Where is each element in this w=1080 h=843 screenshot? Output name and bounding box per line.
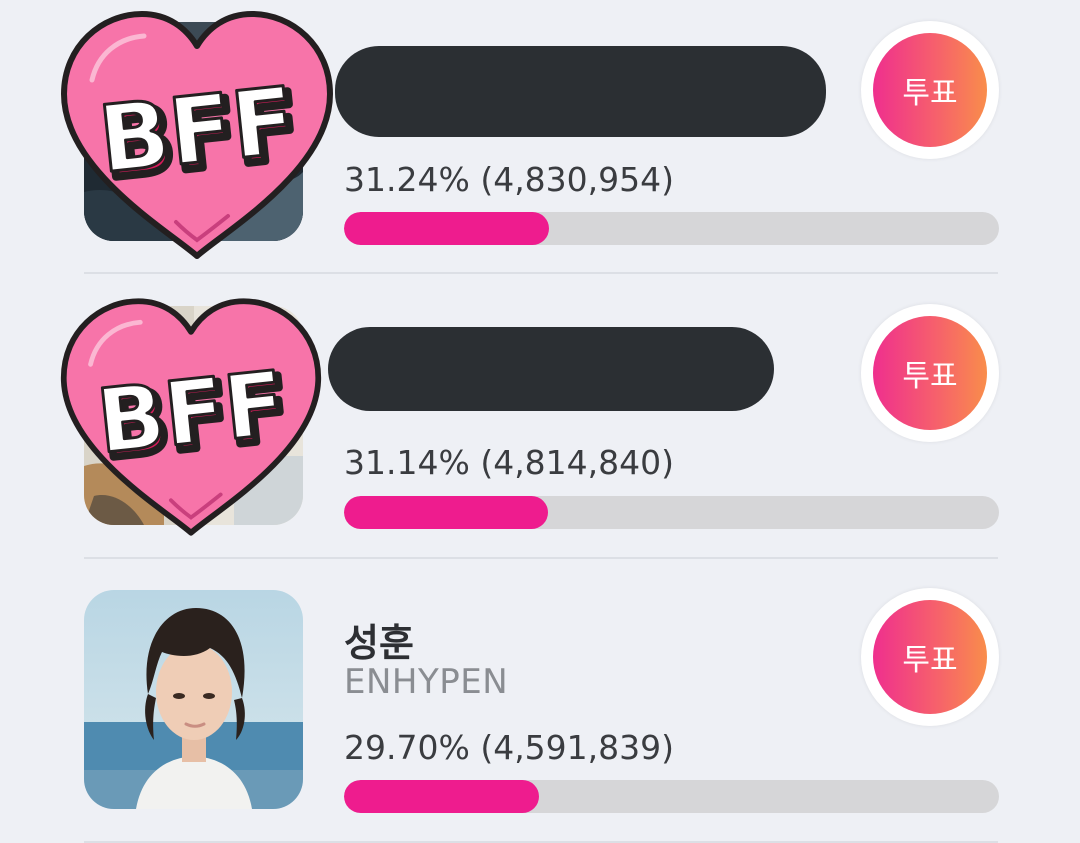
vote-progress-fill <box>344 780 539 813</box>
artist-photo[interactable] <box>84 590 303 809</box>
ranking-entry-3: 성훈 ENHYPEN 29.70% (4,591,839) 투표 <box>0 0 1080 843</box>
artist-name: 성훈 <box>344 621 414 665</box>
vote-button-ring: 투표 <box>861 588 999 726</box>
vote-percentage: 29.70% (4,591,839) <box>344 728 675 767</box>
artist-group: ENHYPEN <box>344 662 509 702</box>
vote-button[interactable]: 투표 <box>873 600 987 714</box>
vote-progress-track <box>344 780 999 813</box>
